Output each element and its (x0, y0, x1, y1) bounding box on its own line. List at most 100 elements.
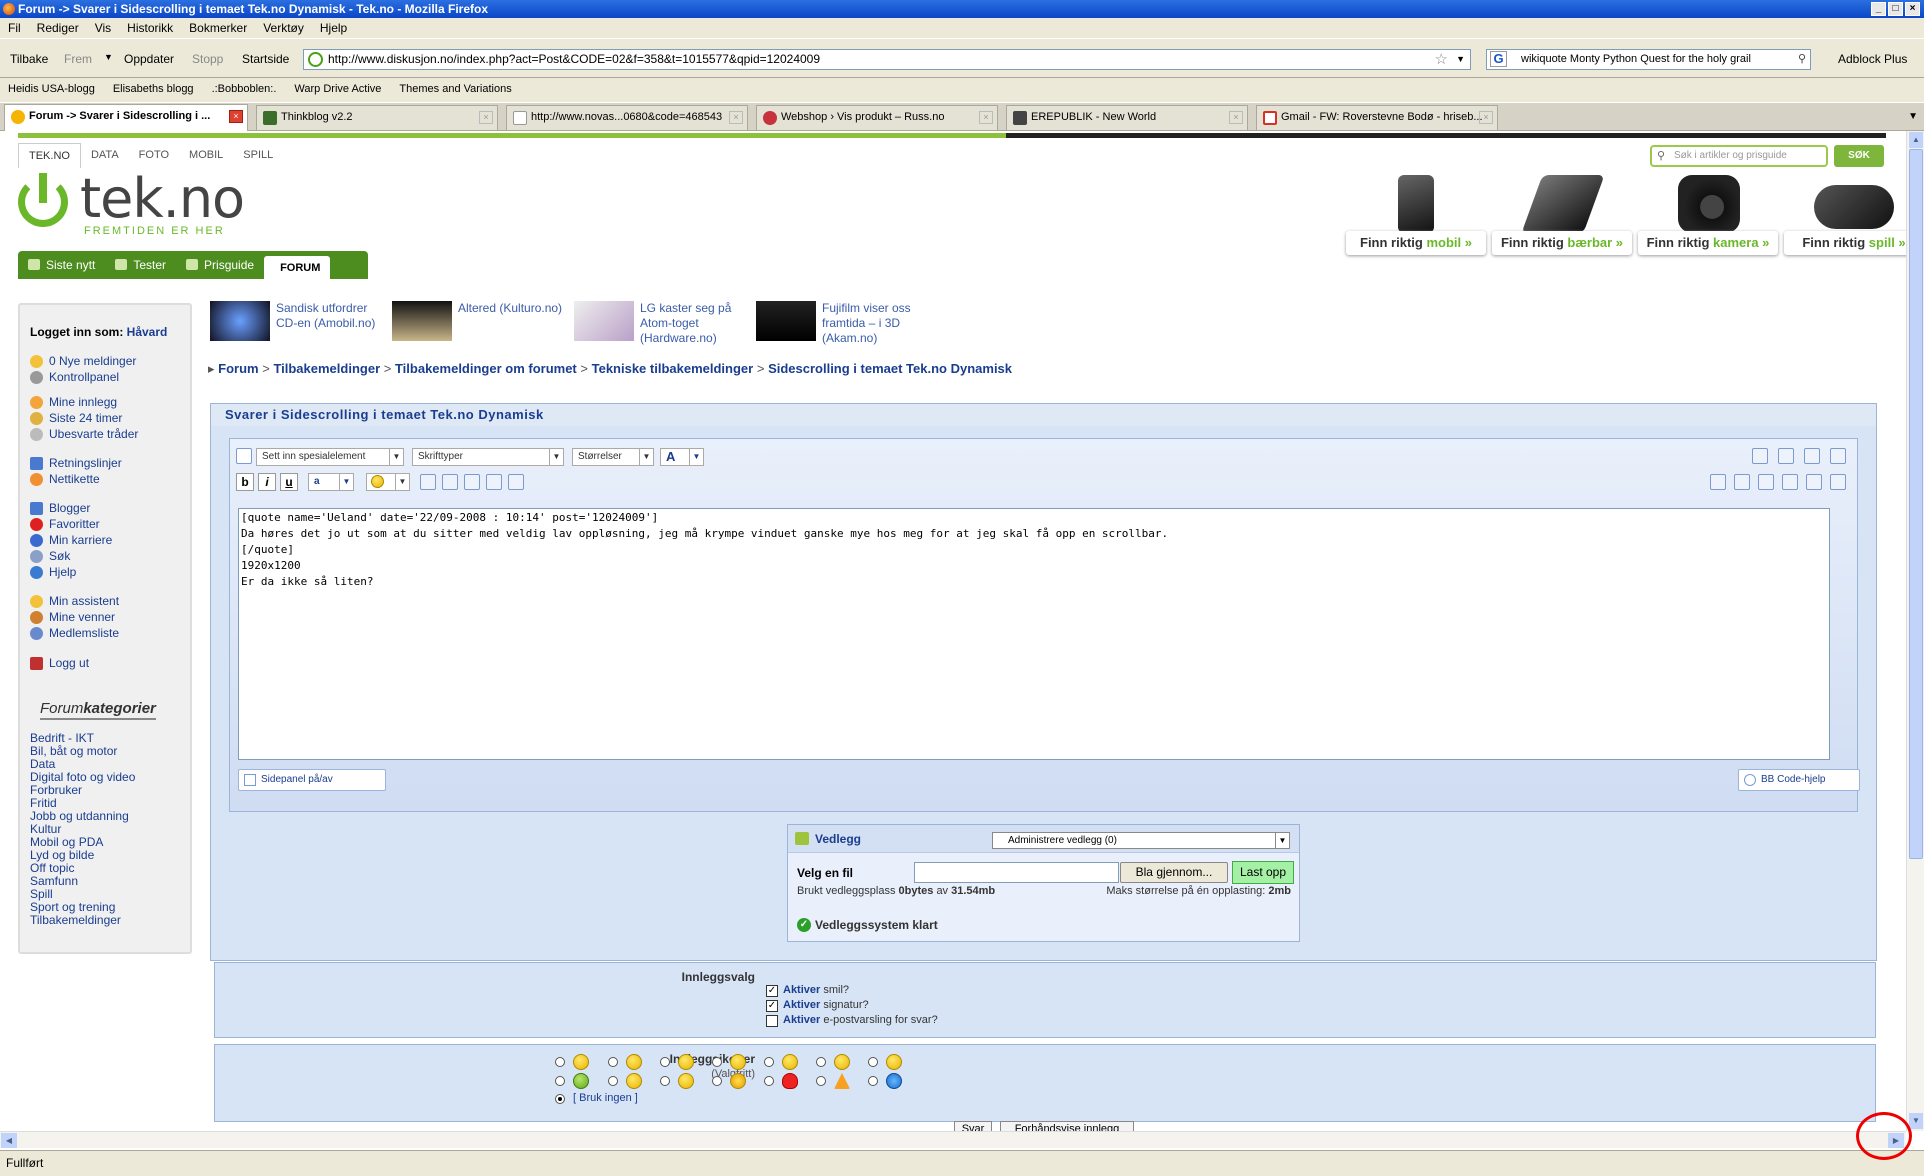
tab-novas[interactable]: http://www.novas...0680&code=468543 × (506, 105, 748, 130)
close-tab-icon[interactable]: × (1479, 111, 1493, 124)
menu-edit[interactable]: Rediger (37, 18, 79, 38)
category-link[interactable]: Fritid (30, 796, 57, 810)
category-link[interactable]: Jobb og utdanning (30, 809, 129, 823)
sidepanel-toggle-button[interactable]: Sidepanel på/av (238, 769, 386, 791)
post-icon-radio[interactable] (868, 1076, 878, 1086)
category-link[interactable]: Tilbakemeldinger (30, 913, 121, 927)
back-button[interactable]: Tilbake (10, 52, 48, 66)
promo-kamera[interactable]: Finn riktig kamera » (1638, 175, 1778, 263)
sidebar-item-search[interactable]: Søk (30, 549, 70, 563)
sidebar-item-control-panel[interactable]: Kontrollpanel (30, 370, 119, 384)
close-tab-icon[interactable]: × (1229, 111, 1243, 124)
stop-button[interactable]: Stopp (192, 52, 223, 66)
preview-button[interactable]: Forhåndsvise innlegg (1000, 1121, 1134, 1131)
menu-file[interactable]: Fil (8, 18, 21, 38)
close-tab-icon[interactable]: × (729, 111, 743, 124)
enable-smilies-checkbox[interactable]: ✓ (766, 985, 778, 997)
vertical-scrollbar[interactable]: ▲ ▼ (1906, 131, 1924, 1131)
topnav-foto[interactable]: FOTO (129, 143, 179, 168)
insert-quote-icon[interactable] (486, 474, 502, 490)
tab-russ[interactable]: Webshop › Vis produkt – Russ.no × (756, 105, 998, 130)
forward-button[interactable]: Frem (64, 52, 92, 66)
category-link[interactable]: Bedrift - IKT (30, 731, 94, 745)
bookmark-item[interactable]: Heidis USA-blogg (8, 78, 95, 102)
category-link[interactable]: Mobil og PDA (30, 835, 103, 849)
close-button[interactable]: × (1905, 2, 1920, 16)
menu-history[interactable]: Historikk (127, 18, 173, 38)
underline-button[interactable]: u (280, 473, 298, 491)
breadcrumb-link[interactable]: Forum (218, 361, 258, 376)
sidebar-item-blogs[interactable]: Blogger (30, 501, 90, 515)
category-link[interactable]: Samfunn (30, 874, 78, 888)
sidebar-item-friends[interactable]: Mine venner (30, 610, 115, 624)
topnav-spill[interactable]: SPILL (233, 143, 283, 168)
file-input[interactable] (914, 862, 1119, 883)
text-style-select[interactable]: a ▼ (308, 473, 354, 491)
nav-siste-nytt[interactable]: Siste nytt (18, 251, 105, 279)
tab-list-icon[interactable]: ▼ (1908, 111, 1918, 122)
breadcrumb-link[interactable]: Tilbakemeldinger (273, 361, 380, 376)
nav-tester[interactable]: Tester (105, 251, 176, 279)
google-icon[interactable]: G (1490, 51, 1507, 67)
category-link[interactable]: Off topic (30, 861, 74, 875)
insert-image-icon[interactable] (442, 474, 458, 490)
insert-link-icon[interactable] (420, 474, 436, 490)
undo-icon[interactable] (1752, 448, 1768, 464)
bookmark-item[interactable]: .:Bobboblen:. (212, 78, 277, 102)
menu-bookmarks[interactable]: Bokmerker (189, 18, 247, 38)
post-icon-radio[interactable] (816, 1057, 826, 1067)
reload-button[interactable]: Oppdater (124, 52, 174, 66)
italic-button[interactable]: i (258, 473, 276, 491)
ordered-list-icon[interactable] (1806, 474, 1822, 490)
editor-mode-icon[interactable] (236, 448, 252, 464)
category-link[interactable]: Sport og trening (30, 900, 115, 914)
post-icon-radio[interactable] (555, 1076, 565, 1086)
search-icon[interactable]: ⚲ (1798, 50, 1806, 69)
topnav-data[interactable]: DATA (81, 143, 129, 168)
breadcrumb-link[interactable]: Sidescrolling i temaet Tek.no Dynamisk (768, 361, 1012, 376)
sidebar-item-netiquette[interactable]: Nettikette (30, 472, 100, 486)
sidebar-item-career[interactable]: Min karriere (30, 533, 112, 547)
sidebar-item-guidelines[interactable]: Retningslinjer (30, 456, 122, 470)
search-bar[interactable]: G wikiquote Monty Python Quest for the h… (1486, 49, 1811, 70)
sidebar-item-assistant[interactable]: Min assistent (30, 594, 119, 608)
close-tab-icon[interactable]: × (479, 111, 493, 124)
tab-erepublik[interactable]: EREPUBLIK - New World × (1006, 105, 1248, 130)
sidebar-item-unanswered[interactable]: Ubesvarte tråder (30, 427, 138, 441)
reply-submit-button[interactable]: Svar (954, 1121, 992, 1131)
bullet-list-icon[interactable] (1830, 474, 1846, 490)
resize-icon[interactable] (1804, 448, 1820, 464)
nav-forum[interactable]: FORUM (264, 256, 331, 284)
post-icon-radio[interactable] (764, 1076, 774, 1086)
tab-forum[interactable]: Forum -> Svarer i Sidescrolling i ... × (4, 104, 248, 131)
sidebar-item-messages[interactable]: 0 Nye meldinger (30, 354, 136, 368)
minimize-button[interactable]: _ (1871, 2, 1886, 16)
color-select[interactable]: A ▼ (660, 448, 704, 466)
scroll-left-icon[interactable]: ◀ (1, 1133, 17, 1148)
bbcode-help-button[interactable]: BB Code-hjelp (1738, 769, 1860, 791)
browse-button[interactable]: Bla gjennom... (1120, 862, 1228, 883)
post-icon-radio[interactable] (764, 1057, 774, 1067)
menu-help[interactable]: Hjelp (320, 18, 347, 38)
font-select[interactable]: Skrifttyper ▼ (412, 448, 564, 466)
post-icon-radio[interactable] (660, 1076, 670, 1086)
category-link[interactable]: Spill (30, 887, 53, 901)
refresh-icon[interactable] (1830, 448, 1846, 464)
promo-spill[interactable]: Finn riktig spill » (1784, 175, 1906, 263)
post-icon-radio[interactable] (608, 1076, 618, 1086)
category-link[interactable]: Data (30, 757, 55, 771)
category-link[interactable]: Lyd og bilde (30, 848, 94, 862)
username-link[interactable]: Håvard (127, 325, 168, 339)
url-bar[interactable]: http://www.diskusjon.no/index.php?act=Po… (303, 49, 1471, 70)
post-icon-radio[interactable] (868, 1057, 878, 1067)
scroll-thumb[interactable] (1909, 149, 1923, 859)
post-icon-radio[interactable] (816, 1076, 826, 1086)
enable-email-notify-checkbox[interactable] (766, 1015, 778, 1027)
sidebar-item-last-24h[interactable]: Siste 24 timer (30, 411, 122, 425)
maximize-button[interactable]: □ (1888, 2, 1903, 16)
insert-email-icon[interactable] (464, 474, 480, 490)
bookmark-item[interactable]: Themes and Variations (399, 78, 511, 102)
home-button[interactable]: Startside (242, 52, 289, 66)
sidebar-item-logout[interactable]: Logg ut (30, 656, 89, 670)
redo-icon[interactable] (1778, 448, 1794, 464)
